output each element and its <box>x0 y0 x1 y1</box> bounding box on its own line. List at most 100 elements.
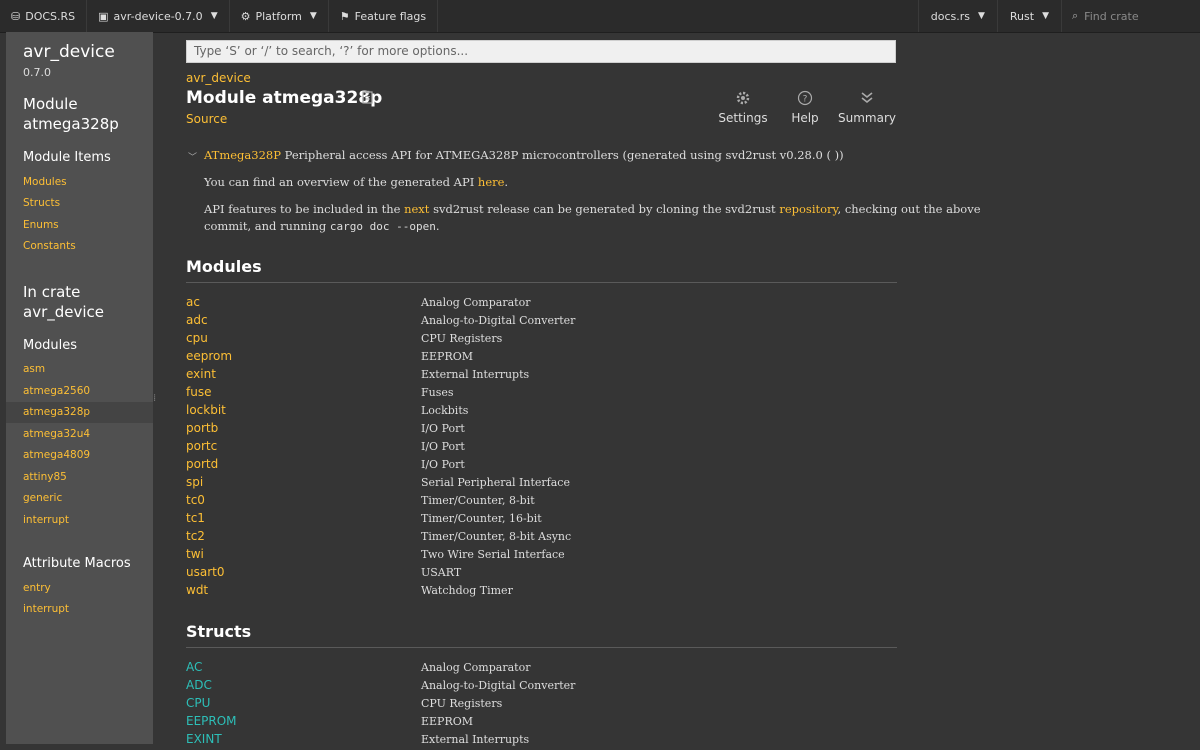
sidebar-macro-entry[interactable]: entry <box>23 582 51 594</box>
item-name-link[interactable]: lockbit <box>186 403 226 417</box>
sidebar-item-constants[interactable]: Constants <box>23 240 76 252</box>
item-name-link[interactable]: portd <box>186 457 218 471</box>
search-icon: ⌕ <box>1072 9 1079 22</box>
item-description: EEPROM <box>421 715 474 728</box>
search-placeholder: Type ‘S’ or ‘/’ to search, ‘?’ for more … <box>194 44 469 58</box>
page-title: Module atmega328p <box>186 88 383 108</box>
item-row: portb I/O Port <box>186 421 897 439</box>
structs-divider <box>186 647 897 648</box>
sidebar-module-name[interactable]: atmega328p <box>23 114 119 134</box>
platform-menu-label: Platform <box>255 9 302 23</box>
item-description: Analog-to-Digital Converter <box>421 314 576 327</box>
item-name-link[interactable]: usart0 <box>186 565 224 579</box>
sidebar-attr-macros-heading: Attribute Macros <box>23 556 131 571</box>
item-description: Timer/Counter, 8-bit <box>421 494 535 507</box>
search-input[interactable]: Type ‘S’ or ‘/’ to search, ‘?’ for more … <box>186 40 896 63</box>
doc-link-atmega328p[interactable]: ATmega328P <box>204 148 281 162</box>
find-crate-input[interactable]: ⌕ Find crate <box>1061 0 1200 32</box>
svg-text:?: ? <box>803 95 808 105</box>
feature-flags-link[interactable]: ⚑ Feature flags <box>329 0 439 32</box>
doc-line-3: API features to be included in the next … <box>204 202 981 216</box>
sidebar-item-enums[interactable]: Enums <box>23 219 59 231</box>
item-description: Timer/Counter, 16-bit <box>421 512 542 525</box>
sidebar-module-interrupt[interactable]: interrupt <box>23 514 69 526</box>
doc-link-next[interactable]: next <box>404 202 429 216</box>
doc-line-4-a: commit, and running <box>204 219 330 233</box>
item-name-link[interactable]: spi <box>186 475 203 489</box>
item-name-link[interactable]: ADC <box>186 678 212 692</box>
crate-menu[interactable]: ▣ avr-device-0.7.0 ▼ <box>87 0 230 32</box>
summary-button[interactable]: Summary <box>837 90 897 125</box>
structs-heading[interactable]: Structs <box>186 622 251 641</box>
sidebar-module-atmega32u4[interactable]: atmega32u4 <box>23 428 90 440</box>
item-name-link[interactable]: adc <box>186 313 208 327</box>
item-description: Serial Peripheral Interface <box>421 476 570 489</box>
help-icon: ? <box>775 90 835 107</box>
item-description: External Interrupts <box>421 733 530 746</box>
doc-line-2-end: . <box>504 175 509 189</box>
item-name-link[interactable]: tc2 <box>186 529 205 543</box>
item-row: cpu CPU Registers <box>186 331 897 349</box>
docsrs-logo-link[interactable]: ⛁ DOCS.RS <box>0 0 88 32</box>
doc-link-here[interactable]: here <box>478 175 505 189</box>
item-name-link[interactable]: tc1 <box>186 511 205 525</box>
item-name-link[interactable]: EXINT <box>186 732 222 746</box>
item-row: ac Analog Comparator <box>186 295 897 313</box>
flag-icon: ⚑ <box>339 9 350 23</box>
sidebar-module-atmega2560[interactable]: atmega2560 <box>23 385 90 397</box>
doc-link-repository[interactable]: repository <box>779 202 837 216</box>
item-row: twi Two Wire Serial Interface <box>186 547 897 565</box>
item-description: Analog Comparator <box>421 296 531 309</box>
item-name-link[interactable]: exint <box>186 367 216 381</box>
help-button[interactable]: ? Help <box>775 90 835 125</box>
sidebar-resize-handle[interactable]: ⁞ <box>153 393 156 404</box>
sidebar-module-atmega328p[interactable]: atmega328p <box>23 406 90 418</box>
item-name-link[interactable]: CPU <box>186 696 210 710</box>
copy-icon[interactable] <box>362 90 374 104</box>
sidebar-item-modules[interactable]: Modules <box>23 176 67 188</box>
settings-label: Settings <box>718 111 768 125</box>
doc-line-3-a: API features to be included in the <box>204 202 405 216</box>
modules-heading[interactable]: Modules <box>186 257 262 276</box>
item-name-link[interactable]: ac <box>186 295 200 309</box>
sidebar-crate-name[interactable]: avr_device <box>23 42 115 62</box>
doc-line-1-text: Peripheral access API for ATMEGA328P mic… <box>280 148 844 162</box>
sidebar-module-items-heading: Module Items <box>23 150 111 165</box>
item-name-link[interactable]: AC <box>186 660 202 674</box>
collapse-toggle-icon[interactable]: ﹀ <box>188 150 197 163</box>
sidebar-module-atmega4809[interactable]: atmega4809 <box>23 449 90 461</box>
item-name-link[interactable]: EEPROM <box>186 714 237 728</box>
rust-menu[interactable]: Rust ▼ <box>996 0 1061 32</box>
sidebar-module-asm[interactable]: asm <box>23 363 45 375</box>
sidebar-module-generic[interactable]: generic <box>23 492 62 504</box>
item-name-link[interactable]: twi <box>186 547 204 561</box>
top-nav: ⛁ DOCS.RS ▣ avr-device-0.7.0 ▼ ⚙ Platfor… <box>0 0 1200 33</box>
item-name-link[interactable]: wdt <box>186 583 208 597</box>
cube-icon: ⛁ <box>11 9 21 23</box>
item-description: USART <box>421 566 462 579</box>
item-name-link[interactable]: portb <box>186 421 218 435</box>
item-row: portd I/O Port <box>186 457 897 475</box>
platform-menu[interactable]: ⚙ Platform ▼ <box>230 0 329 32</box>
sidebar-in-crate-name[interactable]: avr_device <box>23 302 104 322</box>
doc-code: cargo doc --open <box>329 220 436 233</box>
breadcrumb[interactable]: avr_device <box>186 71 251 85</box>
item-name-link[interactable]: eeprom <box>186 349 232 363</box>
source-link[interactable]: Source <box>186 112 227 126</box>
sidebar-version: 0.7.0 <box>23 66 51 79</box>
sidebar-item-structs[interactable]: Structs <box>23 197 60 209</box>
item-name-link[interactable]: cpu <box>186 331 208 345</box>
item-name-link[interactable]: fuse <box>186 385 211 399</box>
chevron-down-icon: ▼ <box>210 11 218 21</box>
doc-line-3-b: svd2rust release can be generated by clo… <box>429 202 780 216</box>
item-name-link[interactable]: tc0 <box>186 493 205 507</box>
settings-button[interactable]: Settings <box>713 90 773 125</box>
item-name-link[interactable]: portc <box>186 439 217 453</box>
sidebar-modules-heading: Modules <box>23 338 78 353</box>
sidebar-macro-interrupt[interactable]: interrupt <box>23 603 69 615</box>
doc-line-4: commit, and running cargo doc --open. <box>204 219 440 233</box>
sidebar-module-attiny85[interactable]: attiny85 <box>23 471 67 483</box>
logo-text: DOCS.RS <box>25 9 76 23</box>
top-nav-right: docs.rs ▼ Rust ▼ ⌕ Find crate <box>917 0 1200 32</box>
docsrs-menu[interactable]: docs.rs ▼ <box>917 0 997 32</box>
